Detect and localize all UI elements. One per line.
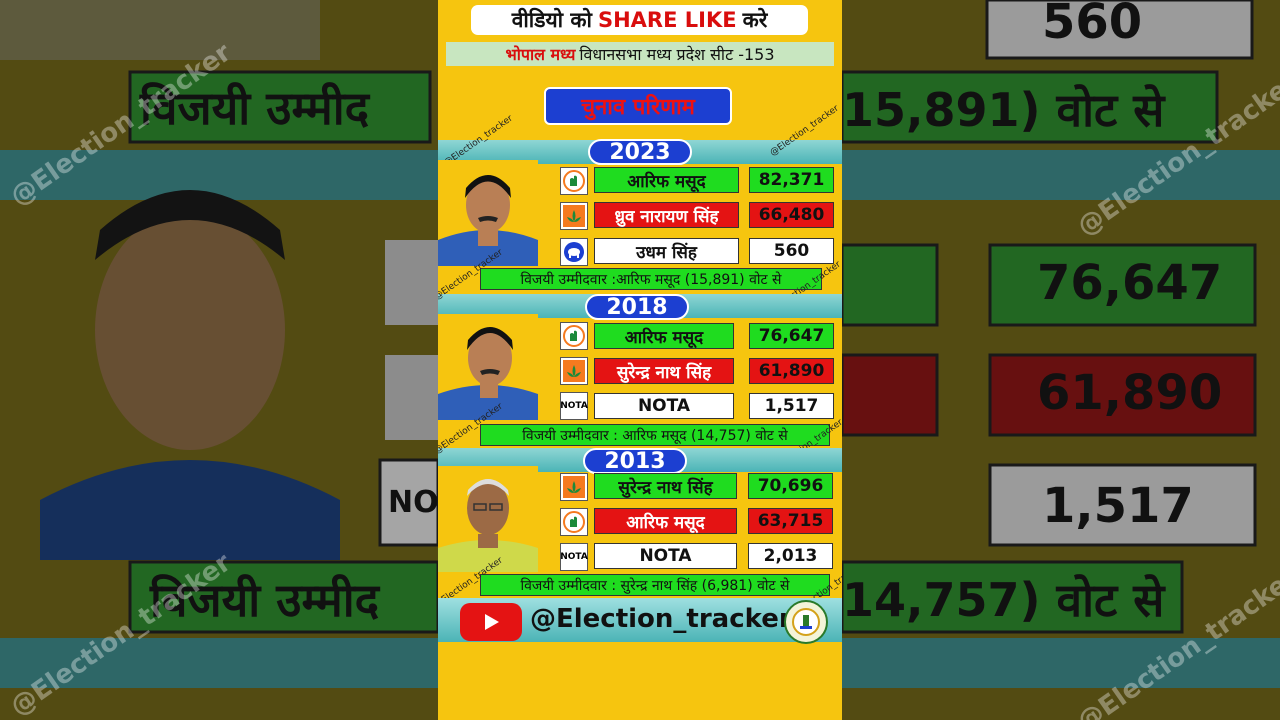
youtube-icon[interactable] <box>460 603 522 641</box>
candidate-votes: 82,371 <box>749 167 834 193</box>
background-vote: 76,647 <box>1037 255 1223 311</box>
winner-banner-2013: विजयी उम्मीदवार : सुरेन्द्र नाथ सिंह (6,… <box>480 574 830 596</box>
candidate-name: सुरेन्द्र नाथ सिंह <box>594 473 737 499</box>
candidate-photo-image <box>438 160 538 266</box>
candidate-votes: 560 <box>749 238 834 264</box>
candidate-name: NOTA <box>594 543 737 569</box>
nota-icon: NOTA <box>560 543 588 571</box>
seat-city: भोपाल मध्य <box>505 45 576 64</box>
banner-highlight: SHARE LIKE <box>597 8 737 32</box>
candidate-name: NOTA <box>594 393 734 419</box>
candidate-name: आरिफ मसूद <box>594 167 739 193</box>
congress-hand-icon <box>560 508 588 536</box>
candidate-name: सुरेन्द्र नाथ सिंह <box>594 358 734 384</box>
candidate-photo-image <box>438 314 538 420</box>
bsp-elephant-icon <box>560 238 588 266</box>
candidate-photo-2018 <box>438 314 538 420</box>
banner-prefix: वीडियो को <box>511 8 592 32</box>
congress-hand-icon <box>560 167 588 195</box>
candidate-name: उधम सिंह <box>594 238 739 264</box>
candidate-votes: 66,480 <box>749 202 834 228</box>
candidate-votes: 70,696 <box>748 473 833 499</box>
background-banner-right-bottom: 14,757) वोट से <box>842 573 1165 627</box>
bjp-lotus-icon <box>560 357 588 385</box>
result-title: चुनाव परिणाम <box>544 87 732 125</box>
background-nota: NOT <box>388 485 438 520</box>
candidate-name: आरिफ मसूद <box>594 323 734 349</box>
seat-details: विधानसभा मध्य प्रदेश सीट -153 <box>579 45 775 64</box>
winner-banner-2018: विजयी उम्मीदवार : आरिफ मसूद (14,757) वोट… <box>480 424 830 446</box>
channel-handle[interactable]: @Election_tracker <box>530 604 792 634</box>
candidate-votes: 61,890 <box>749 358 834 384</box>
background-vote: 1,517 <box>1042 478 1194 534</box>
background-banner-right: 15,891) वोट से <box>842 83 1165 137</box>
share-like-banner: वीडियो को SHARE LIKE करे <box>471 5 808 35</box>
candidate-votes: 2,013 <box>748 543 833 569</box>
candidate-votes: 1,517 <box>749 393 834 419</box>
nota-icon: NOTA <box>560 392 588 420</box>
year-label-2023: 2023 <box>588 139 692 165</box>
candidate-photo-2013 <box>438 466 538 572</box>
background-left: विजयी उम्मीद विजयी उम्मीद NOT @Election_… <box>0 0 438 720</box>
bjp-lotus-icon <box>560 202 588 230</box>
bjp-lotus-icon <box>560 473 588 501</box>
candidate-name: ध्रुव नारायण सिंह <box>594 202 739 228</box>
background-vote: 61,890 <box>1037 365 1223 421</box>
background-vote: 560 <box>1042 0 1143 50</box>
congress-hand-icon <box>560 322 588 350</box>
candidate-photo-2023 <box>438 160 538 266</box>
candidate-votes: 63,715 <box>748 508 833 534</box>
year-label-2018: 2018 <box>585 294 689 320</box>
candidate-photo-image <box>438 466 538 572</box>
year-label-2013: 2013 <box>583 448 687 474</box>
channel-logo-icon <box>784 600 828 644</box>
result-card: वीडियो को SHARE LIKE करे भोपाल मध्य विधा… <box>438 0 842 720</box>
candidate-name: आरिफ मसूद <box>594 508 737 534</box>
background-right: 560 15,891) वोट से 76,647 61,890 1,517 1… <box>842 0 1280 720</box>
seat-title: भोपाल मध्य विधानसभा मध्य प्रदेश सीट -153 <box>446 42 834 66</box>
candidate-votes: 76,647 <box>749 323 834 349</box>
winner-banner-2023: विजयी उम्मीदवार :आरिफ मसूद (15,891) वोट … <box>480 268 822 290</box>
banner-suffix: करे <box>742 8 768 32</box>
